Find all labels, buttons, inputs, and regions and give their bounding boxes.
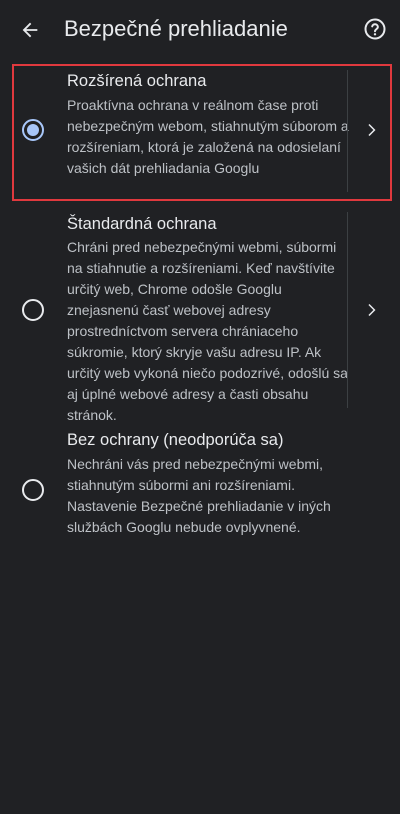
option-description: Chráni pred nebezpečnými webmi, súbormi … [67,239,348,423]
option-enhanced-protection[interactable]: Rozšírená ochrana Proaktívna ochrana v r… [0,66,400,200]
option-standard-protection[interactable]: Štandardná ochrana Chráni pred nebezpečn… [0,210,400,423]
chevron-right-icon [368,304,376,316]
help-circle-icon [364,18,386,40]
radio-enhanced-protection[interactable] [22,119,44,141]
option-title: Štandardná ochrana [67,215,217,233]
page-title: Bezpečné prehliadanie [64,16,288,41]
vertical-divider [347,212,348,408]
radio-no-protection[interactable] [22,479,44,501]
top-app-bar: Bezpečné prehliadanie [0,0,400,58]
option-title: Bez ochrany (neodporúča sa) [67,431,284,449]
details-button-standard[interactable] [358,297,384,323]
option-description: Proaktívna ochrana v reálnom čase proti … [67,97,349,176]
radio-standard-protection[interactable] [22,299,44,321]
details-button-enhanced[interactable] [358,117,384,143]
option-no-protection[interactable]: Bez ochrany (neodporúča sa) Nechráni vás… [0,428,400,550]
chevron-right-icon [368,124,376,136]
vertical-divider [347,70,348,192]
arrow-back-icon [22,22,38,38]
option-title: Rozšírená ochrana [67,72,207,90]
help-button[interactable] [360,14,390,44]
option-description: Nechráni vás pred nebezpečnými webmi, st… [67,456,331,535]
back-button[interactable] [14,14,46,46]
